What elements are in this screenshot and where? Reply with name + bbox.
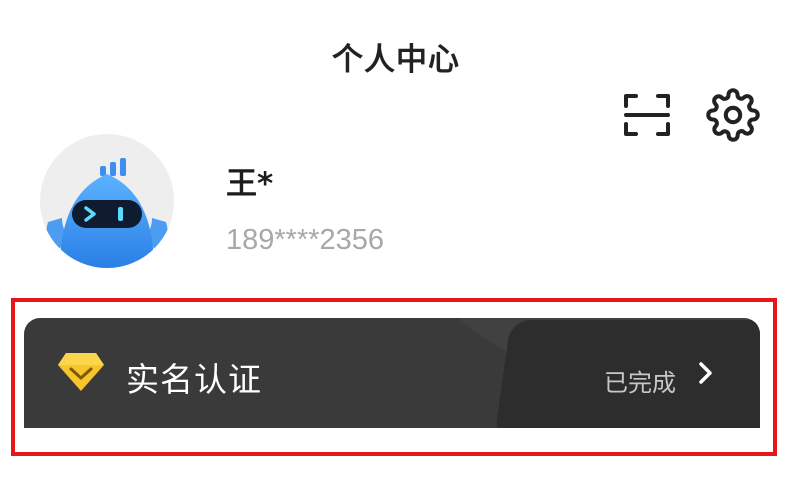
- gear-icon[interactable]: [706, 88, 760, 142]
- robot-avatar-icon: [46, 158, 168, 268]
- avatar[interactable]: [40, 134, 174, 268]
- highlight-frame: [11, 298, 777, 456]
- user-name: 王*: [226, 166, 274, 202]
- page-title: 个人中心: [332, 42, 460, 78]
- user-phone: 189****2356: [226, 224, 385, 256]
- scan-icon[interactable]: [622, 92, 672, 138]
